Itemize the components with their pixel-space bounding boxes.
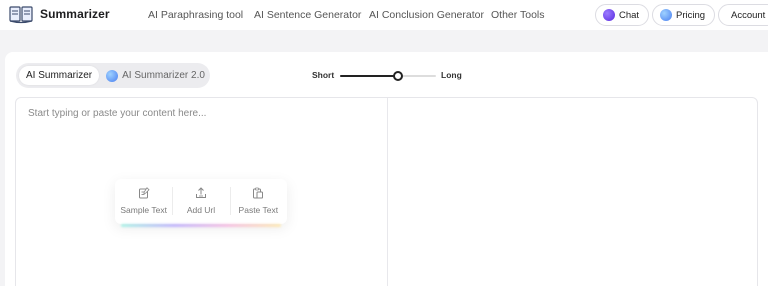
account-label: Account [731, 9, 766, 21]
diamond-icon [660, 9, 672, 21]
mode-switch: AI Summarizer AI Summarizer 2.0 [16, 63, 210, 88]
chat-icon [603, 9, 615, 21]
paste-text-label: Paste Text [238, 205, 279, 215]
paste-text-button[interactable]: Paste Text [229, 179, 287, 224]
book-logo-icon [9, 6, 33, 24]
chat-button[interactable]: Chat [595, 4, 650, 26]
brand[interactable]: Summarizer [9, 4, 110, 24]
nav-link-conclusion-generator[interactable]: AI Conclusion Generator [369, 9, 484, 21]
content-input[interactable]: Start typing or paste your content here.… [28, 108, 368, 119]
sample-text-icon [138, 187, 150, 199]
editor-divider [387, 98, 388, 286]
length-slider-thumb[interactable] [392, 71, 403, 81]
tab-ai-summarizer-2[interactable]: AI Summarizer 2.0 [99, 66, 212, 85]
summarizer-panel: AI Summarizer AI Summarizer 2.0 Short Lo… [5, 52, 768, 286]
nav-link-sentence-generator[interactable]: AI Sentence Generator [254, 9, 361, 21]
length-slider-fill [340, 75, 398, 77]
nav-link-other-tools[interactable]: Other Tools [491, 9, 545, 21]
tab-ai-summarizer-2-label: AI Summarizer 2.0 [122, 70, 205, 81]
length-long-label: Long [441, 70, 462, 80]
tab-ai-summarizer[interactable]: AI Summarizer [19, 66, 100, 85]
actions-glow [121, 224, 281, 227]
nav-link-paraphrasing[interactable]: AI Paraphrasing tool [148, 9, 243, 21]
editor: Start typing or paste your content here.… [15, 97, 758, 286]
tab-ai-summarizer-label: AI Summarizer [26, 70, 93, 81]
brand-name: Summarizer [40, 7, 110, 21]
add-url-label: Add Url [186, 205, 216, 215]
sparkle-icon [106, 69, 119, 82]
top-nav: Summarizer AI Paraphrasing tool AI Sente… [0, 0, 768, 30]
pricing-label: Pricing [676, 9, 706, 21]
length-slider[interactable] [340, 71, 436, 81]
pricing-button[interactable]: Pricing [652, 4, 716, 26]
length-short-label: Short [312, 70, 335, 80]
sample-text-label: Sample Text [120, 205, 167, 215]
upload-icon [195, 187, 206, 198]
chat-label: Chat [619, 9, 640, 21]
input-actions: Sample Text Add Url Paste Text [115, 179, 287, 227]
sample-text-button[interactable]: Sample Text [115, 179, 172, 224]
account-button[interactable]: Account [718, 4, 768, 26]
clipboard-icon [253, 187, 264, 199]
add-url-button[interactable]: Add Url [172, 179, 229, 224]
